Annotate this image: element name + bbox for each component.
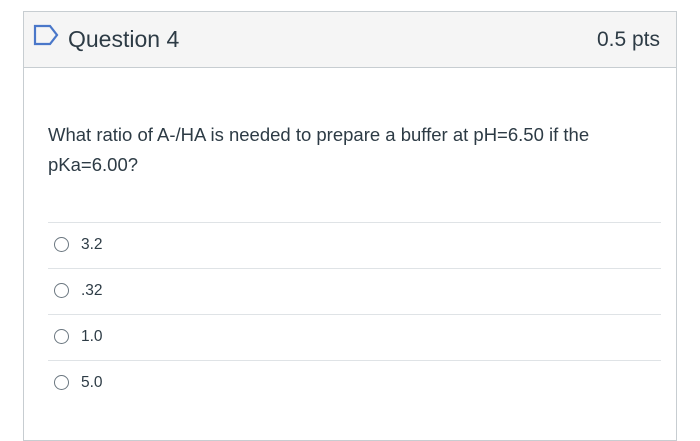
answer-list: 3.2 .32 1.0 5.0 — [48, 222, 661, 406]
question-text: What ratio of A-/HA is needed to prepare… — [48, 124, 590, 175]
radio-button[interactable] — [54, 375, 69, 390]
answer-label[interactable]: .32 — [81, 281, 103, 301]
question-card: Question 4 0.5 pts What ratio of A-/HA i… — [23, 11, 677, 441]
question-header: Question 4 0.5 pts — [24, 12, 676, 68]
radio-button[interactable] — [54, 283, 69, 298]
radio-button[interactable] — [54, 237, 69, 252]
answer-label[interactable]: 5.0 — [81, 373, 103, 393]
question-title: Question 4 — [68, 26, 180, 52]
radio-button[interactable] — [54, 329, 69, 344]
answer-option[interactable]: 3.2 — [48, 222, 661, 268]
answer-label[interactable]: 3.2 — [81, 235, 103, 255]
answer-option[interactable]: .32 — [48, 268, 661, 314]
question-points: 0.5 pts — [596, 28, 660, 51]
answer-option[interactable]: 5.0 — [48, 360, 661, 406]
flag-icon[interactable] — [33, 24, 59, 46]
answer-option[interactable]: 1.0 — [48, 314, 661, 360]
answer-label[interactable]: 1.0 — [81, 327, 103, 347]
